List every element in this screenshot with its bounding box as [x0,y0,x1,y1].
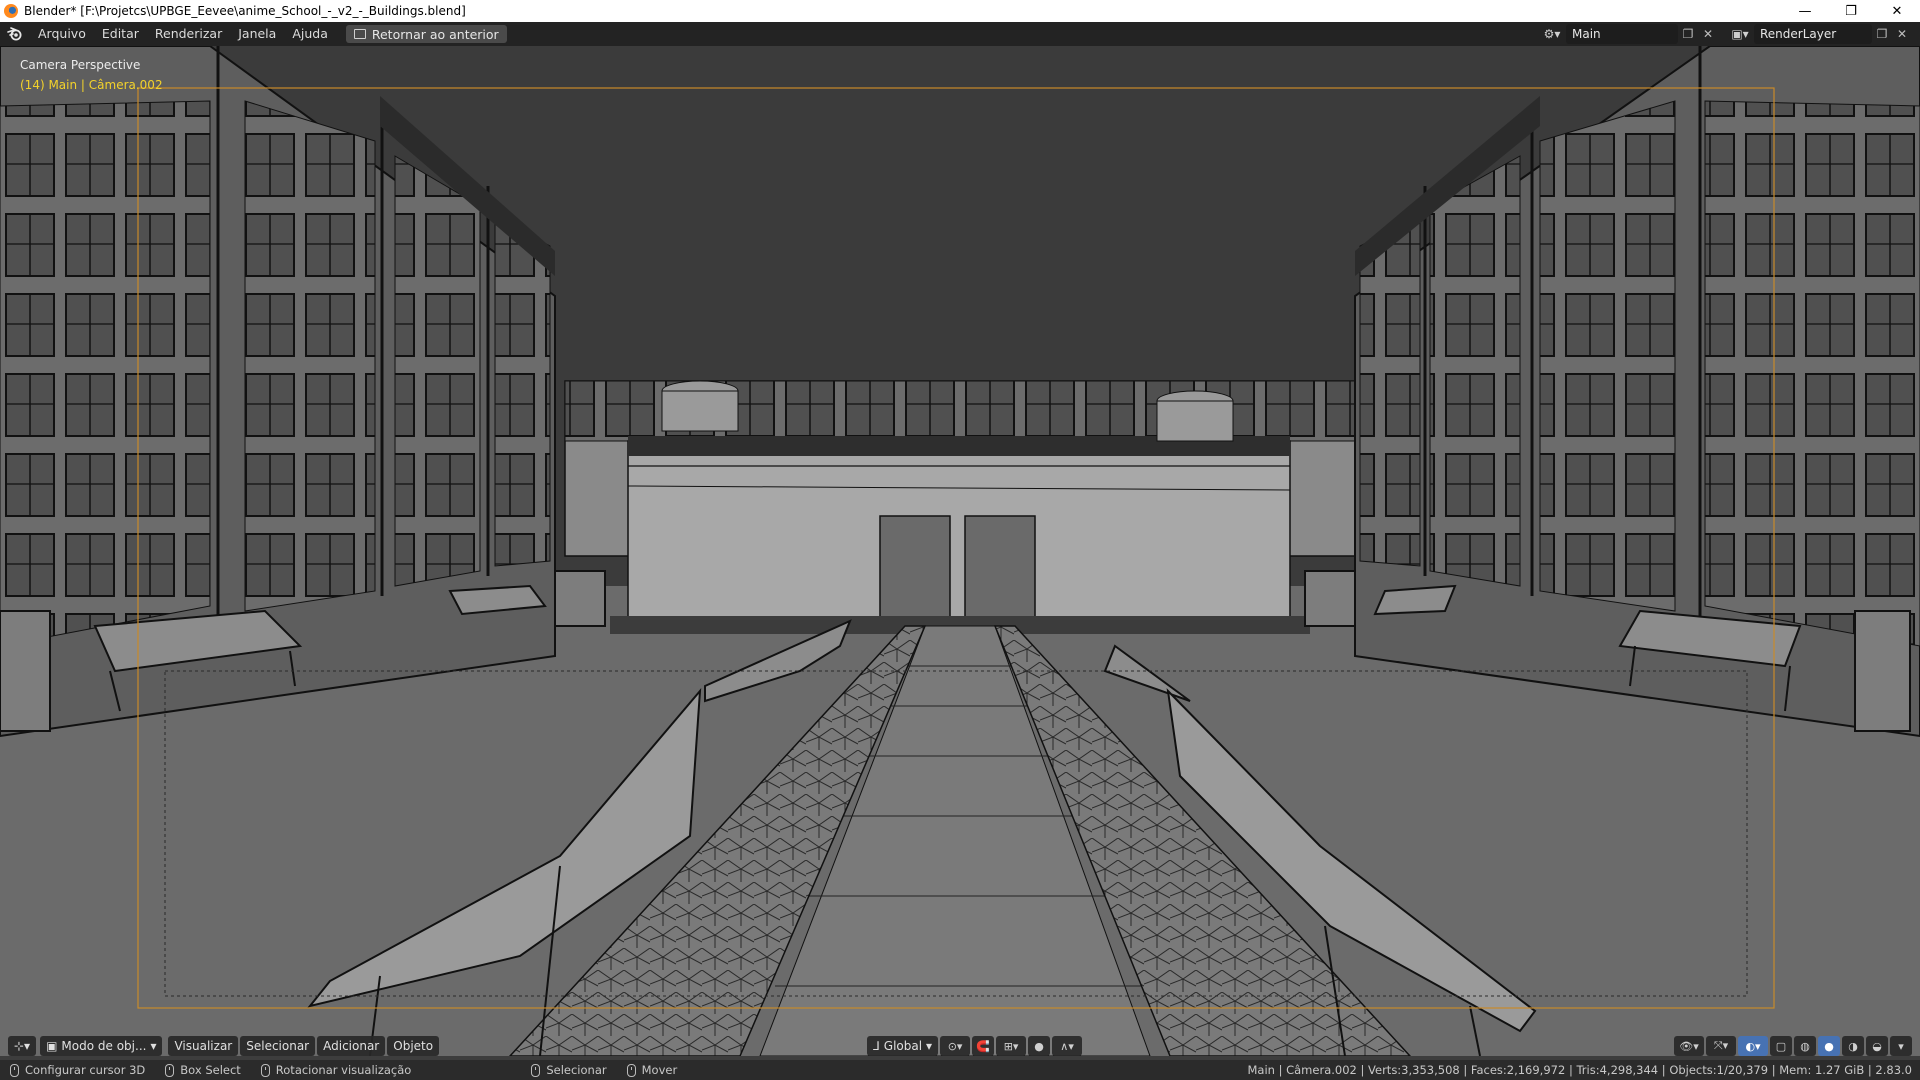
blender-logo-icon[interactable] [0,22,30,46]
3d-viewport[interactable]: Camera Perspective (14) Main | Câmera.00… [0,46,1920,1056]
menu-arquivo[interactable]: Arquivo [30,22,94,46]
editor-type-icon: ⊹▾ [14,1039,31,1053]
hint-label: Mover [641,1063,678,1077]
scene-statistics: Main | Câmera.002 | Verts:3,353,508 | Fa… [1247,1063,1912,1077]
wireframe-shading-icon[interactable]: ◍ [1794,1036,1816,1056]
snap-target-icon[interactable]: ⊞▾ [996,1036,1027,1056]
visibility-icon[interactable]: 👁▾ [1674,1036,1704,1056]
object-mode-dropdown[interactable]: ▣ Modo de obj... ▾ [40,1036,163,1056]
top-menu-bar: Arquivo Editar Renderizar Janela Ajuda R… [0,22,1920,46]
new-scene-icon[interactable]: ❐ [1678,24,1698,44]
mouse-middle-icon [165,1063,175,1077]
hint-label: Box Select [180,1063,241,1077]
hint-box-select: Box Select [165,1063,241,1077]
hint-label: Configurar cursor 3D [25,1063,146,1077]
orientation-label: Global [883,1039,923,1053]
gizmo-icon[interactable]: ⤧▾ [1706,1036,1736,1056]
restore-button[interactable]: ❐ [1828,0,1874,22]
object-mode-label: Modo de obj... [61,1039,147,1053]
menu-renderizar[interactable]: Renderizar [147,22,230,46]
overlays-icon[interactable]: ◐▾ [1738,1036,1768,1056]
scene-render [0,46,1920,1056]
menu-editar[interactable]: Editar [94,22,147,46]
delete-scene-icon[interactable]: ✕ [1698,24,1718,44]
view-layer-selector: ▣▾ RenderLayer ❐ ✕ [1726,24,1912,44]
chevron-down-icon: ▾ [150,1039,157,1053]
hint-label: Rotacionar visualização [275,1063,412,1077]
mouse-drag-icon [626,1063,636,1077]
proportional-edit-icon[interactable]: ● [1028,1036,1051,1056]
material-shading-icon[interactable]: ◑ [1842,1036,1864,1056]
solid-shading-icon[interactable]: ● [1818,1036,1840,1056]
menu-janela[interactable]: Janela [230,22,284,46]
camera-perspective-label: Camera Perspective [20,58,141,72]
back-to-previous-label: Retornar ao anterior [371,26,499,42]
object-mode-icon: ▣ [46,1039,58,1053]
new-view-layer-icon[interactable]: ❐ [1872,24,1892,44]
menu-objeto[interactable]: Objeto [387,1036,440,1056]
snap-icon[interactable]: 🧲 [972,1036,995,1056]
menu-ajuda[interactable]: Ajuda [284,22,336,46]
window-title-bar: Blender* [F:\Projetcs\UPBGE_Eevee\anime_… [0,0,1920,22]
window-title: Blender* [F:\Projetcs\UPBGE_Eevee\anime_… [24,4,466,18]
pivot-point-icon[interactable]: ⊙▾ [940,1036,971,1056]
mouse-right-icon [260,1063,270,1077]
active-object-label: (14) Main | Câmera.002 [20,78,163,92]
view-layer-field[interactable]: RenderLayer [1754,24,1872,44]
menu-visualizar[interactable]: Visualizar [168,1036,239,1056]
back-to-previous-button[interactable]: Retornar ao anterior [345,25,507,43]
chevron-down-icon: ▾ [926,1039,933,1053]
back-screen-icon [353,29,366,39]
rendered-shading-icon[interactable]: ◒ [1866,1036,1888,1056]
falloff-icon[interactable]: ∧▾ [1052,1036,1083,1056]
orientation-axes-icon: ⅃ [873,1039,880,1053]
scene-icon[interactable]: ⚙▾ [1538,24,1566,44]
close-window-button[interactable]: ✕ [1874,0,1920,22]
hint-move: Mover [626,1063,678,1077]
hint-rotate-view: Rotacionar visualização [260,1063,412,1077]
blender-app-icon [4,4,18,18]
3d-view-header: ⊹▾ ▣ Modo de obj... ▾ Visualizar Selecio… [0,1034,1920,1058]
hint-set-3d-cursor: Configurar cursor 3D [10,1063,145,1077]
mouse-left-icon [10,1063,19,1077]
far-building [564,380,1356,634]
scene-name-field[interactable]: Main [1566,24,1678,44]
transform-orientation-dropdown[interactable]: ⅃ Global ▾ [867,1036,939,1056]
xray-icon[interactable]: ▢ [1770,1036,1792,1056]
view-layer-icon[interactable]: ▣▾ [1726,24,1754,44]
menu-selecionar[interactable]: Selecionar [240,1036,316,1056]
scene-selector: ⚙▾ Main ❐ ✕ [1538,24,1718,44]
mouse-left-icon [531,1063,541,1077]
status-bar: Configurar cursor 3D Box Select Rotacion… [0,1060,1920,1080]
shading-options-icon[interactable]: ▾ [1890,1036,1912,1056]
delete-view-layer-icon[interactable]: ✕ [1892,24,1912,44]
editor-type-button[interactable]: ⊹▾ [8,1036,37,1056]
menu-adicionar[interactable]: Adicionar [317,1036,386,1056]
hint-label: Selecionar [546,1063,607,1077]
minimize-button[interactable]: — [1782,0,1828,22]
hint-select: Selecionar [531,1063,607,1077]
